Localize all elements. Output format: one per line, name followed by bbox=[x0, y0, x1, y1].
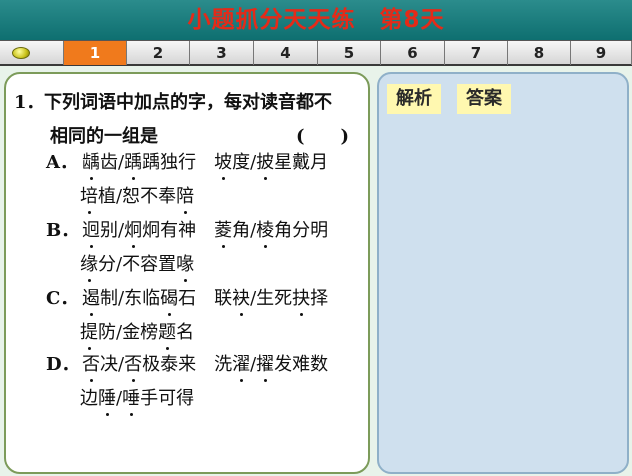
title-bar: 小题抓分天天练 第8天 bbox=[0, 0, 632, 40]
answer-blank: ( ) bbox=[296, 126, 350, 147]
dotted-character: 迥 bbox=[82, 220, 100, 248]
dotted-character: 棱 bbox=[256, 220, 275, 248]
dotted-character: 培 bbox=[80, 186, 98, 214]
dotted-character: 菱 bbox=[214, 220, 233, 248]
option-letter: A． bbox=[46, 152, 78, 173]
dotted-character: 陲 bbox=[98, 388, 116, 416]
dotted-character: 龋 bbox=[82, 152, 100, 180]
tab-3[interactable]: 3 bbox=[190, 41, 254, 65]
option-line2: 提防/金榜题名 bbox=[80, 322, 195, 350]
dotted-character: 缘 bbox=[80, 254, 98, 282]
tab-5[interactable]: 5 bbox=[318, 41, 381, 65]
answer-button[interactable]: 答案 bbox=[457, 84, 511, 114]
option-text: 角分明 bbox=[274, 220, 329, 241]
option-text: 制/东临 bbox=[100, 288, 161, 309]
option-letter: D． bbox=[46, 354, 80, 375]
option-text: 择 bbox=[310, 288, 329, 309]
dotted-character: 披 bbox=[256, 152, 275, 180]
option-text: 齿/ bbox=[100, 152, 125, 173]
round-button-icon bbox=[12, 47, 30, 59]
dotted-character: 抉 bbox=[292, 288, 311, 316]
dotted-character: 遏 bbox=[82, 288, 100, 316]
option-line1: 龋齿/踽踽独行 坡度/披星戴月 bbox=[82, 152, 329, 180]
dotted-character: 濯 bbox=[232, 354, 251, 382]
option-text: /生死 bbox=[250, 288, 293, 309]
tab-4[interactable]: 4 bbox=[254, 41, 318, 65]
question-stem-line1: 下列词语中加点的字，每对读音都不 bbox=[44, 92, 332, 113]
tab-8[interactable]: 8 bbox=[508, 41, 571, 65]
dotted-character: 擢 bbox=[256, 354, 275, 382]
dotted-character: 炯 bbox=[124, 220, 143, 248]
option-letter: B． bbox=[46, 220, 80, 241]
option-line1: 迥别/炯炯有神 菱角/棱角分明 bbox=[82, 220, 329, 248]
dotted-character: 袂 bbox=[232, 288, 251, 316]
page-title: 小题抓分天天练 第8天 bbox=[187, 7, 445, 33]
tab-2[interactable]: 2 bbox=[127, 41, 190, 65]
dotted-character: 唾 bbox=[122, 388, 141, 416]
option-text: 联 bbox=[214, 288, 233, 309]
option-text: 边 bbox=[80, 388, 98, 409]
option-text: 防/金榜 bbox=[98, 322, 159, 343]
option-text: 踽独行 bbox=[142, 152, 215, 173]
option-text: 石 bbox=[178, 288, 215, 309]
option-text: 极泰来 bbox=[142, 354, 215, 375]
option-text: 发难数 bbox=[274, 354, 329, 375]
option-letter: C． bbox=[46, 288, 79, 309]
option-text: 决/ bbox=[100, 354, 125, 375]
tab-7[interactable]: 7 bbox=[445, 41, 508, 65]
home-button[interactable] bbox=[0, 41, 64, 65]
tab-1[interactable]: 1 bbox=[64, 41, 127, 65]
option-line2: 培植/恕不奉陪 bbox=[80, 186, 195, 214]
dotted-character: 喙 bbox=[176, 254, 195, 282]
tab-9[interactable]: 9 bbox=[571, 41, 632, 65]
dotted-character: 碣 bbox=[160, 288, 179, 316]
option-text: 度/ bbox=[232, 152, 257, 173]
option-text: 角/ bbox=[232, 220, 257, 241]
option-text: 分/不容置 bbox=[98, 254, 177, 275]
option-line1: 遏制/东临碣石 联袂/生死抉择 bbox=[82, 288, 329, 316]
option-text: 别/ bbox=[100, 220, 125, 241]
dotted-character: 否 bbox=[124, 354, 143, 382]
option-text: 名 bbox=[176, 322, 195, 343]
question-stem-line2: 相同的一组是 bbox=[50, 126, 158, 147]
option-text: 洗 bbox=[214, 354, 233, 375]
tab-6[interactable]: 6 bbox=[381, 41, 445, 65]
dotted-character: 否 bbox=[82, 354, 100, 382]
option-line1: 否决/否极泰来 洗濯/擢发难数 bbox=[82, 354, 329, 382]
option-text: 手可得 bbox=[140, 388, 195, 409]
option-text: 星戴月 bbox=[274, 152, 329, 173]
dotted-character: 提 bbox=[80, 322, 98, 350]
option-text: 植/恕不奉 bbox=[98, 186, 177, 207]
question-tab-bar: 123456789 bbox=[0, 40, 632, 66]
option-line2: 边陲/唾手可得 bbox=[80, 388, 195, 416]
question-number: 1． bbox=[14, 92, 45, 113]
dotted-character: 踽 bbox=[124, 152, 143, 180]
option-line2: 缘分/不容置喙 bbox=[80, 254, 195, 282]
dotted-character: 陪 bbox=[176, 186, 195, 214]
analysis-button[interactable]: 解析 bbox=[387, 84, 441, 114]
answer-panel: 解析 答案 bbox=[377, 72, 629, 474]
dotted-character: 题 bbox=[158, 322, 177, 350]
question-panel: 1． 下列词语中加点的字，每对读音都不 相同的一组是 ( ) A． 龋齿/踽踽独行… bbox=[4, 72, 370, 474]
option-text: 炯有神 bbox=[142, 220, 215, 241]
dotted-character: 坡 bbox=[214, 152, 233, 180]
